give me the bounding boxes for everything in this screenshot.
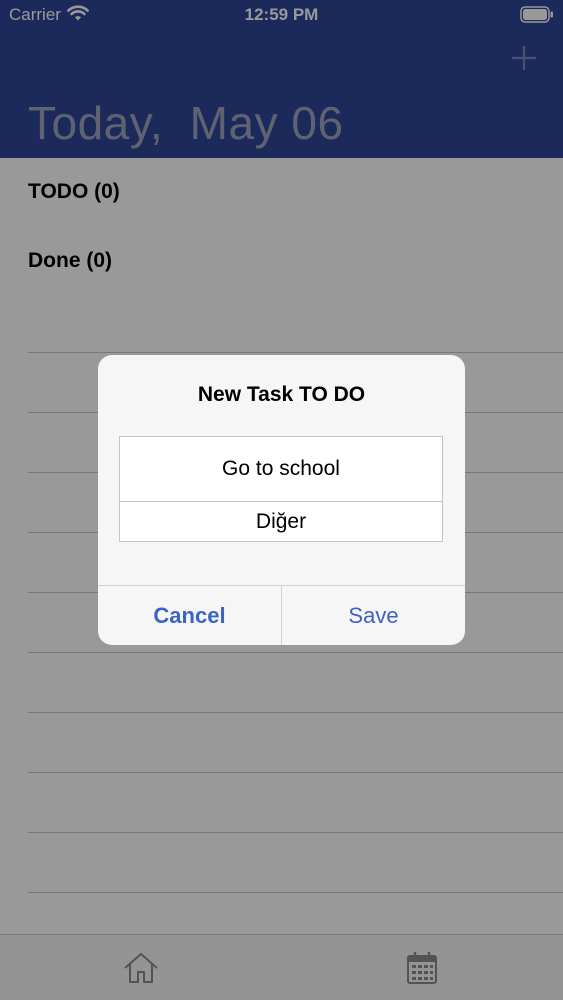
category-field[interactable]: Diğer (119, 501, 443, 542)
new-task-dialog: New Task TO DO Diğer Cancel Save (98, 355, 465, 645)
task-name-input[interactable] (119, 436, 443, 502)
dialog-title: New Task TO DO (197, 383, 366, 406)
cancel-button[interactable]: Cancel (98, 586, 281, 645)
save-button[interactable]: Save (282, 586, 465, 645)
